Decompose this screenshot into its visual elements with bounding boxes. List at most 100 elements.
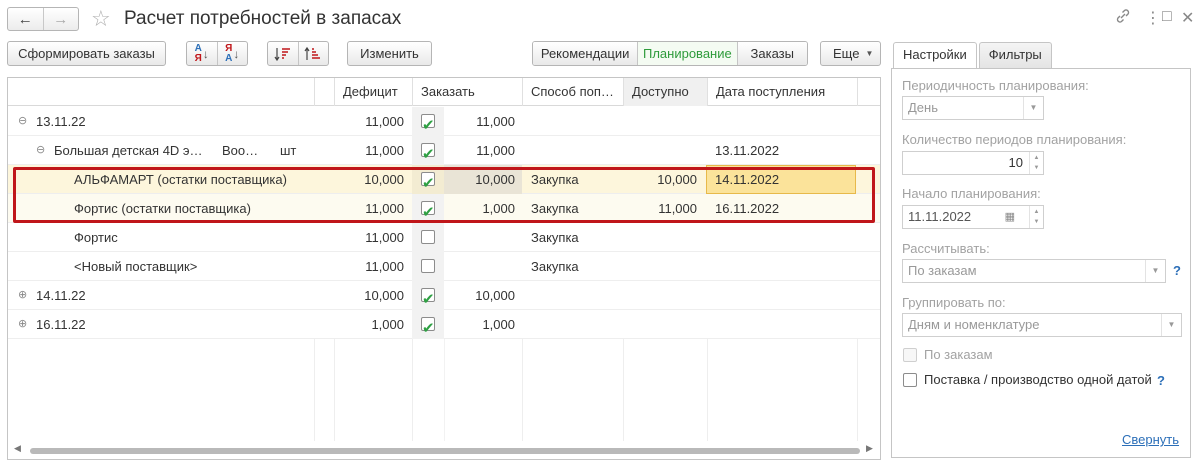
order-checkbox[interactable] (421, 111, 435, 136)
help-icon[interactable]: ? (1173, 263, 1181, 278)
order-value[interactable]: 11,000 (444, 107, 515, 136)
check-cell (412, 281, 444, 310)
column-header-order[interactable]: Заказать (412, 78, 522, 106)
chevron-down-icon[interactable]: ▼ (1145, 260, 1165, 282)
periods-count-label: Количество периодов планирования: (902, 132, 1127, 147)
deficit-value: 10,000 (364, 288, 404, 303)
table-row[interactable]: Фортис 11,000 Закупка (8, 223, 880, 252)
table-row[interactable]: <Новый поставщик> 11,000 Закупка (8, 252, 880, 281)
order-value[interactable]: 1,000 (444, 310, 515, 339)
order-checkbox[interactable] (421, 140, 435, 165)
settings-panel: Периодичность планирования: День ▼ Колич… (891, 68, 1191, 458)
sort-group: А Я ↓ Я А ↓ (186, 41, 248, 66)
unit: шт (280, 143, 297, 158)
column-divider (707, 339, 708, 441)
order-group (267, 41, 329, 66)
tab-filters[interactable]: Фильтры (978, 42, 1052, 68)
table-header: Дефицит Заказать Способ поп… Доступно Да… (8, 78, 880, 106)
stepper-icon[interactable]: ▲ ▼ (1029, 152, 1043, 174)
periods-count-input[interactable]: 10 ▲ ▼ (902, 151, 1044, 175)
order-checkbox[interactable] (421, 230, 435, 244)
expand-icon[interactable]: ⊕ (18, 290, 27, 301)
settings-tabs: Настройки Фильтры (893, 42, 1054, 69)
generate-orders-button[interactable]: Сформировать заказы (7, 41, 166, 66)
group-by-select[interactable]: Дням и номенклатуре ▼ (902, 313, 1182, 337)
view-orders-button[interactable]: Заказы (737, 42, 807, 65)
expand-icon[interactable]: ⊕ (18, 319, 27, 330)
stepper-icon[interactable]: ▲ ▼ (1029, 206, 1043, 228)
collapse-icon[interactable]: ⊖ (18, 116, 27, 127)
supply-method: Закупка (531, 259, 579, 274)
sort-descending-button[interactable]: Я А ↓ (218, 42, 248, 65)
supplier-name: Фортис (74, 230, 118, 245)
close-icon[interactable]: ✕ (1181, 8, 1194, 28)
row-label: 16.11.22 (36, 317, 86, 332)
view-planning-button[interactable]: Планирование (638, 42, 738, 65)
order-checkbox[interactable] (421, 259, 435, 273)
scroll-thumb[interactable] (30, 448, 860, 454)
order-descending-button[interactable] (299, 42, 329, 65)
chevron-down-icon[interactable]: ▼ (1161, 314, 1181, 336)
order-checkbox[interactable] (421, 285, 435, 310)
chevron-down-icon[interactable]: ▼ (1023, 97, 1043, 119)
column-header-arrival-date[interactable]: Дата поступления (707, 78, 857, 106)
start-date-input[interactable]: 11.11.2022 ▦ ▲ ▼ (902, 205, 1044, 229)
start-date-label: Начало планирования: (902, 186, 1041, 201)
page-title: Расчет потребностей в запасах (124, 8, 402, 29)
favorite-star-icon[interactable]: ☆ (91, 6, 111, 32)
column-header-deficit[interactable]: Дефицит (334, 78, 412, 106)
periodicity-label: Периодичность планирования: (902, 78, 1089, 93)
group-by-label: Группировать по: (902, 295, 1006, 310)
title-bar: ← → ☆ Расчет потребностей в запасах ⋮ □ … (0, 0, 1200, 38)
horizontal-scrollbar[interactable]: ◀ ▶ (8, 441, 880, 459)
single-date-checkbox[interactable] (903, 373, 917, 387)
arrival-date: 13.11.2022 (715, 143, 780, 158)
deficit-value: 11,000 (365, 143, 404, 158)
calculate-label: Рассчитывать: (902, 241, 990, 256)
deficit-value: 11,000 (365, 259, 404, 274)
table-row[interactable]: ⊕ 16.11.22 1,000 1,000 (8, 310, 880, 339)
link-icon[interactable] (1115, 8, 1131, 29)
tab-settings[interactable]: Настройки (893, 42, 977, 69)
scroll-right-icon[interactable]: ▶ (866, 443, 873, 454)
collapse-link[interactable]: Свернуть (1122, 432, 1179, 447)
order-ascending-button[interactable] (268, 42, 299, 65)
order-value[interactable]: 11,000 (444, 136, 515, 165)
column-header-spacer (314, 78, 334, 106)
forward-arrow-icon[interactable]: → (42, 8, 79, 30)
periodicity-select[interactable]: День ▼ (902, 96, 1044, 120)
column-divider (857, 339, 858, 441)
edit-button[interactable]: Изменить (347, 41, 432, 66)
scroll-left-icon[interactable]: ◀ (14, 443, 21, 454)
order-value[interactable]: 10,000 (444, 281, 515, 310)
collapse-icon[interactable]: ⊖ (36, 145, 45, 156)
column-header-item[interactable] (8, 78, 314, 106)
supplier-name: <Новый поставщик> (74, 259, 198, 274)
column-header-available[interactable]: Доступно (623, 78, 707, 106)
sort-ascending-button[interactable]: А Я ↓ (187, 42, 218, 65)
deficit-value: 11,000 (365, 114, 404, 129)
column-divider (522, 339, 523, 441)
row-label: 13.11.22 (36, 114, 86, 129)
table-row[interactable]: ⊕ 14.11.22 10,000 10,000 (8, 281, 880, 310)
view-switcher: Рекомендации Планирование Заказы (532, 41, 808, 66)
calendar-icon[interactable]: ▦ (1005, 206, 1015, 228)
table-row[interactable]: ⊖ Большая детская 4D э… Воо… шт 11,000 1… (8, 136, 880, 165)
more-button[interactable]: Еще ▼ (820, 41, 881, 66)
sort-za-icon: Я А (225, 42, 233, 64)
order-checkbox[interactable] (421, 314, 435, 339)
help-icon[interactable]: ? (1157, 373, 1165, 388)
back-arrow-icon[interactable]: ← (8, 8, 43, 30)
check-cell (412, 252, 444, 281)
check-cell (412, 223, 444, 252)
column-header-method[interactable]: Способ поп… (522, 78, 623, 106)
maximize-icon[interactable]: □ (1162, 8, 1172, 26)
calculate-select[interactable]: По заказам ▼ (902, 259, 1166, 283)
order-up-icon (304, 46, 321, 60)
view-recommendations-button[interactable]: Рекомендации (533, 42, 639, 65)
table-row[interactable]: ⊖ 13.11.22 11,000 11,000 (8, 107, 880, 136)
by-orders-checkbox[interactable] (903, 348, 917, 362)
order-down-icon (274, 47, 290, 61)
column-divider (334, 339, 335, 441)
more-vertical-icon[interactable]: ⋮ (1145, 8, 1161, 28)
